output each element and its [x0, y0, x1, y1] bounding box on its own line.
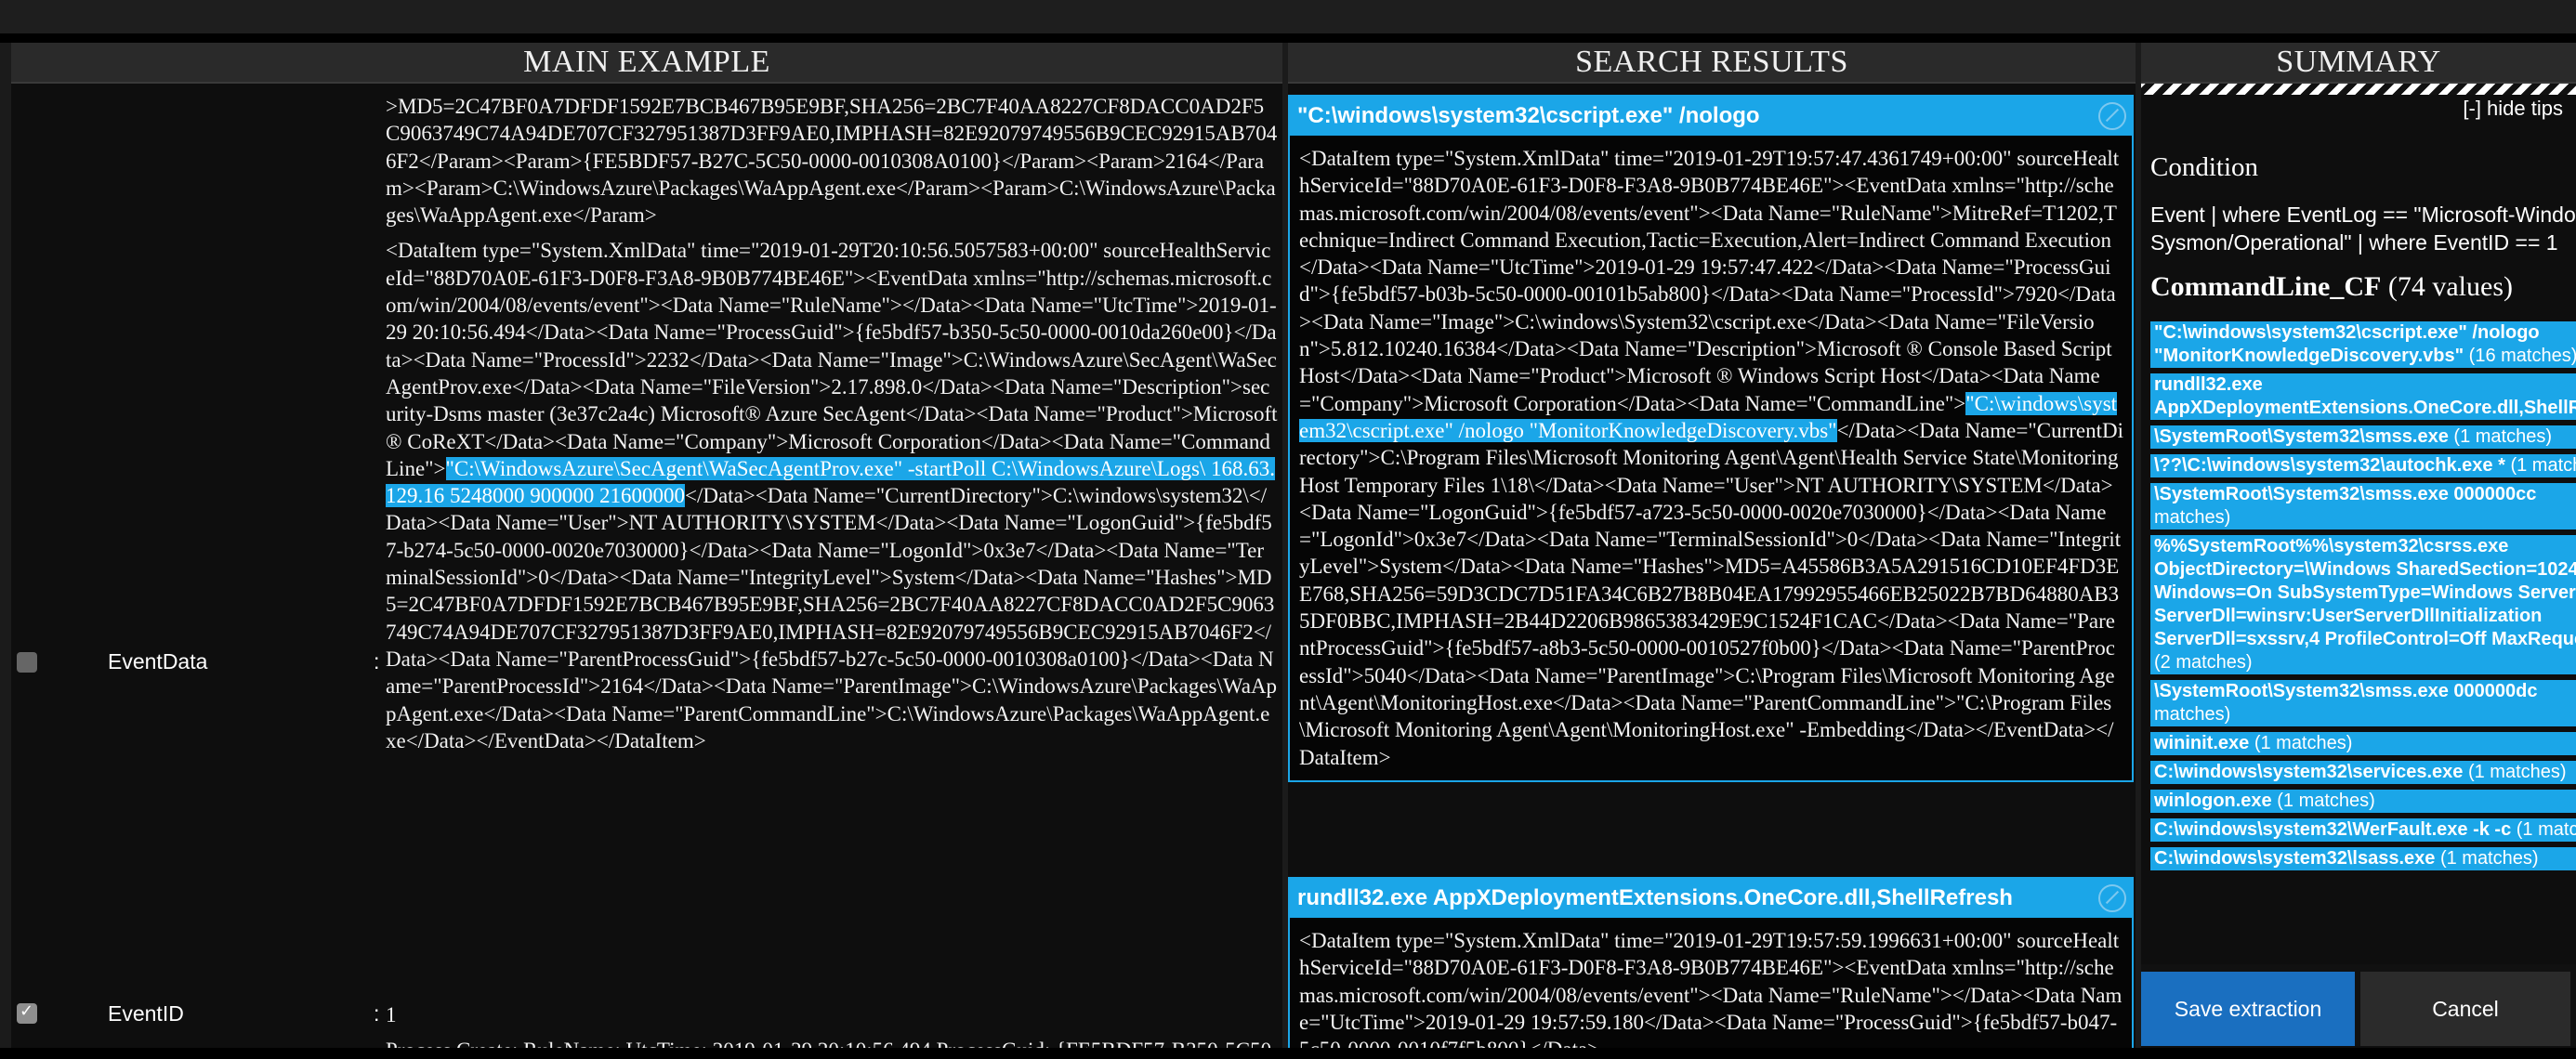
match-count: matches) [2154, 704, 2231, 725]
value-count: (74 values) [2387, 271, 2513, 302]
value-item[interactable]: \SystemRoot\System32\smss.exe 000000cc m… [2150, 483, 2576, 530]
value-text: wininit.exe [2154, 733, 2250, 753]
value-text: C:\windows\system32\lsass.exe [2154, 848, 2436, 869]
value-text: ObjectDirectory=\Windows SharedSection=1… [2154, 559, 2576, 580]
value-item[interactable]: \??\C:\windows\system32\autochk.exe * (1… [2150, 454, 2576, 477]
search-result-title-text: "C:\windows\system32\cscript.exe" /nolog… [1297, 103, 1760, 128]
value-text: \??\C:\windows\system32\autochk.exe * [2154, 455, 2505, 476]
value-item[interactable]: rundll32.exe AppXDeploymentExtensions.On… [2150, 373, 2576, 420]
match-count: (1 matches) [2277, 791, 2375, 811]
eventdata-previous-tail: >MD5=2C47BF0A7DFDF1592E7BCB467B95E9BF,SH… [386, 95, 1278, 228]
match-count: (1 matches) [2439, 848, 2539, 869]
match-count: (2 matches) [2154, 652, 2253, 673]
eventdata-checkbox[interactable] [17, 652, 37, 673]
value-text: \SystemRoot\System32\smss.exe [2154, 426, 2449, 447]
field-values-heading: CommandLine_CF (74 values) [2150, 271, 2513, 303]
value-text: \SystemRoot\System32\smss.exe 000000cc [2154, 484, 2537, 504]
value-text: winlogon.exe [2154, 791, 2272, 811]
condition-heading: Condition [2150, 152, 2259, 182]
condition-query-line: Event | where EventLog == "Microsoft-Win… [2150, 203, 2576, 227]
value-text: ServerDll=winsrv:UserServerDllInitializa… [2154, 606, 2543, 626]
match-count: (1 matches) [2254, 733, 2353, 753]
match-count: (16 matches) [2468, 346, 2576, 366]
field-name: CommandLine_CF [2150, 271, 2382, 302]
search-result-body: <DataItem type="System.XmlData" time="20… [1299, 929, 2123, 1059]
save-extraction-button[interactable]: Save extraction [2141, 972, 2355, 1046]
condition-query: Event | where EventLog == "Microsoft-Win… [2150, 201, 2576, 256]
match-count: (1 matches) [2467, 762, 2567, 782]
summary-actions: Save extraction Cancel [2141, 964, 2576, 1046]
value-item[interactable]: winlogon.exe (1 matches) [2150, 790, 2576, 813]
value-text: AppXDeploymentExtensions.OneCore.dll,She… [2154, 398, 2576, 418]
eventid-checkbox[interactable] [17, 1001, 37, 1024]
main-example-header: MAIN EXAMPLE [11, 43, 1282, 84]
search-result-after: </Data><Data Name="CurrentDirectory">C:\… [1299, 418, 2123, 769]
search-result-card[interactable]: rundll32.exe AppXDeploymentExtensions.On… [1288, 877, 2134, 1059]
search-results-panel: SEARCH RESULTS "C:\windows\system32\cscr… [1288, 43, 2136, 1059]
search-result-card[interactable]: "C:\windows\system32\cscript.exe" /nolog… [1288, 95, 2134, 782]
hide-tips-link[interactable]: [-] hide tips [2463, 97, 2563, 121]
value-text: \SystemRoot\System32\smss.exe 000000dc [2154, 681, 2538, 701]
value-text: C:\windows\system32\WerFault.exe -k -c [2154, 819, 2512, 840]
value-text: "C:\windows\system32\cscript.exe" /nolog… [2154, 322, 2540, 343]
search-result-title[interactable]: rundll32.exe AppXDeploymentExtensions.On… [1290, 879, 2132, 918]
search-result-before: <DataItem type="System.XmlData" time="20… [1299, 147, 2120, 415]
value-item[interactable]: %%SystemRoot%%\system32\csrss.exe Object… [2150, 535, 2576, 674]
disable-icon[interactable] [2098, 884, 2126, 912]
eventid-colon: : [374, 1001, 380, 1026]
value-item[interactable]: C:\windows\system32\lsass.exe (1 matches… [2150, 847, 2576, 870]
field-values-list[interactable]: "C:\windows\system32\cscript.exe" /nolog… [2150, 321, 2576, 876]
search-result-body: <DataItem type="System.XmlData" time="20… [1290, 136, 2132, 780]
eventdata-field-name: EventData [108, 649, 208, 673]
value-text: Windows=On SubSystemType=Windows ServerD… [2154, 582, 2576, 603]
eventdata-before: <DataItem type="System.XmlData" time="20… [386, 239, 1278, 480]
disable-icon[interactable] [2098, 102, 2126, 130]
value-item[interactable]: C:\windows\system32\services.exe (1 matc… [2150, 761, 2576, 784]
value-item[interactable]: C:\windows\system32\WerFault.exe -k -c (… [2150, 818, 2576, 842]
search-result-title-text: rundll32.exe AppXDeploymentExtensions.On… [1297, 885, 2013, 910]
top-bar [0, 0, 2576, 33]
bottom-strip [0, 1048, 2576, 1059]
cancel-button[interactable]: Cancel [2360, 972, 2570, 1046]
eventdata-colon: : [374, 649, 380, 673]
value-text: "MonitorKnowledgeDiscovery.vbs" [2154, 346, 2464, 366]
main-example-panel: MAIN EXAMPLE >MD5=2C47BF0A7DFDF1592E7BCB… [11, 43, 1282, 1059]
value-item[interactable]: "C:\windows\system32\cscript.exe" /nolog… [2150, 321, 2576, 368]
value-item[interactable]: wininit.exe (1 matches) [2150, 732, 2576, 755]
condition-query-line: Sysmon/Operational" | where EventID == 1 [2150, 230, 2558, 255]
match-count: matches) [2154, 507, 2231, 528]
eventid-value: 1 [386, 1003, 397, 1026]
eventdata-after: </Data><Data Name="CurrentDirectory">C:\… [386, 484, 1278, 752]
eventid-field-name: EventID [108, 1001, 184, 1026]
eventdata-value: >MD5=2C47BF0A7DFDF1592E7BCB467B95E9BF,SH… [386, 95, 1278, 754]
match-count: (1 matches) [2516, 819, 2576, 840]
value-text: rundll32.exe [2154, 374, 2263, 395]
search-results-header: SEARCH RESULTS [1288, 43, 2136, 84]
summary-divider [2141, 84, 2576, 95]
value-text: ServerDll=sxssrv,4 ProfileControl=Off Ma… [2154, 629, 2576, 649]
value-text: %%SystemRoot%%\system32\csrss.exe [2154, 536, 2509, 556]
main-example-rows[interactable]: >MD5=2C47BF0A7DFDF1592E7BCB467B95E9BF,SH… [11, 95, 1282, 1059]
match-count: (1 matches) [2453, 426, 2552, 447]
eventdata-text: <DataItem type="System.XmlData" time="20… [386, 237, 1278, 754]
value-text: C:\windows\system32\services.exe [2154, 762, 2464, 782]
search-results-list[interactable]: "C:\windows\system32\cscript.exe" /nolog… [1288, 95, 2136, 1059]
top-divider [0, 33, 2576, 43]
value-item[interactable]: \SystemRoot\System32\smss.exe (1 matches… [2150, 425, 2576, 449]
search-result-title[interactable]: "C:\windows\system32\cscript.exe" /nolog… [1290, 97, 2132, 136]
summary-header: SUMMARY [2141, 43, 2576, 84]
match-count: (1 matches) [2510, 455, 2576, 476]
value-item[interactable]: \SystemRoot\System32\smss.exe 000000dc m… [2150, 680, 2576, 726]
summary-panel: SUMMARY [-] hide tips Condition Event | … [2141, 43, 2576, 1059]
